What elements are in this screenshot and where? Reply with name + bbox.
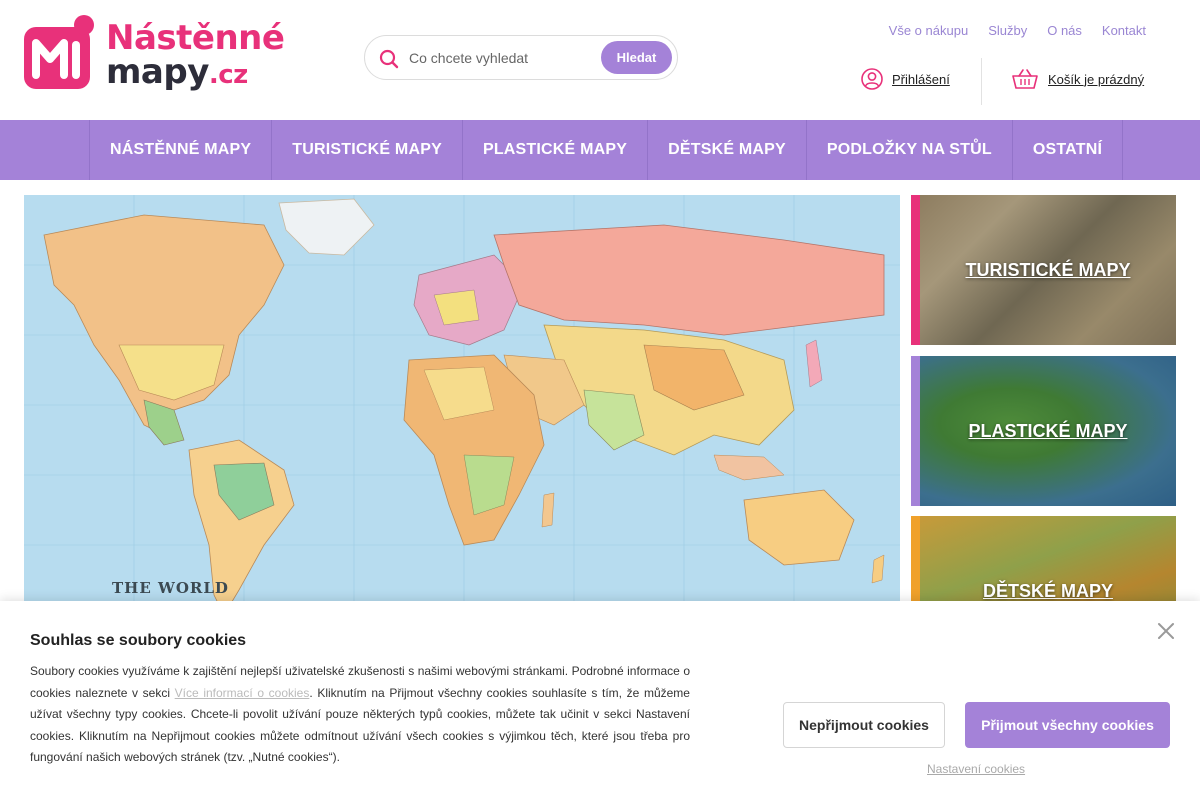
logo-text-tld: .cz [208,60,248,90]
toplink-shopping-info[interactable]: Vše o nákupu [889,23,969,38]
site-header: Nástěnné mapy.cz Hledat Vše o nákupu Slu… [0,0,1200,120]
toplink-contact[interactable]: Kontakt [1102,23,1146,38]
cart-area: Košík je prázdný [1012,68,1144,90]
accept-all-cookies-button[interactable]: Přijmout všechny cookies [965,702,1170,748]
top-links: Vše o nákupu Služby O nás Kontakt [889,23,1146,38]
nav-item-desk-pads[interactable]: PODLOŽKY NA STŮL [807,120,1013,180]
logo-mark-icon [24,15,94,89]
cookie-settings-link[interactable]: Nastavení cookies [927,762,1025,776]
basket-icon [1012,69,1038,89]
close-icon[interactable] [1155,620,1177,642]
reject-cookies-button[interactable]: Nepřijmout cookies [783,702,945,748]
tile-label: TURISTICKÉ MAPY [965,259,1131,280]
logo-text-line1: Nástěnné [106,18,285,58]
cart-link[interactable]: Košík je prázdný [1048,72,1144,87]
nav-item-tourist-maps[interactable]: TURISTICKÉ MAPY [272,120,463,180]
search-form: Hledat [364,35,678,80]
site-logo[interactable]: Nástěnné mapy.cz [24,15,285,95]
main-nav-list: NÁSTĚNNÉ MAPY TURISTICKÉ MAPY PLASTICKÉ … [89,120,1124,180]
cookie-title: Souhlas se soubory cookies [30,632,247,649]
header-divider [981,58,982,105]
login-link[interactable]: Přihlášení [892,72,950,87]
tile-label: PLASTICKÉ MAPY [968,420,1128,441]
cookie-info-link[interactable]: Více informací o cookies [175,686,310,700]
search-input[interactable] [409,46,597,70]
cookie-description: Soubory cookies využíváme k zajištění ne… [30,661,690,769]
main-nav: NÁSTĚNNÉ MAPY TURISTICKÉ MAPY PLASTICKÉ … [0,120,1200,180]
hero-world-map[interactable]: THE WORLD [24,195,900,615]
nav-item-other[interactable]: OSTATNÍ [1013,120,1124,180]
tile-accent-strip [911,356,920,506]
nav-item-kids-maps[interactable]: DĚTSKÉ MAPY [648,120,807,180]
toplink-about[interactable]: O nás [1047,23,1082,38]
hero-caption: THE WORLD [112,579,229,597]
search-icon [379,49,399,69]
tile-relief-maps[interactable]: PLASTICKÉ MAPY [911,356,1176,506]
logo-text-mapy: mapy [106,52,209,92]
toplink-services[interactable]: Služby [988,23,1027,38]
tile-tourist-maps[interactable]: TURISTICKÉ MAPY [911,195,1176,345]
user-icon [861,68,883,90]
nav-item-relief-maps[interactable]: PLASTICKÉ MAPY [463,120,649,180]
world-map-illustration [24,195,900,615]
cookie-consent-banner: Souhlas se soubory cookies Soubory cooki… [0,601,1200,800]
login-area: Přihlášení [861,68,950,90]
logo-text-line2: mapy.cz [106,55,248,89]
nav-item-wall-maps[interactable]: NÁSTĚNNÉ MAPY [90,120,273,180]
search-button[interactable]: Hledat [601,41,672,74]
tile-accent-strip [911,195,920,345]
